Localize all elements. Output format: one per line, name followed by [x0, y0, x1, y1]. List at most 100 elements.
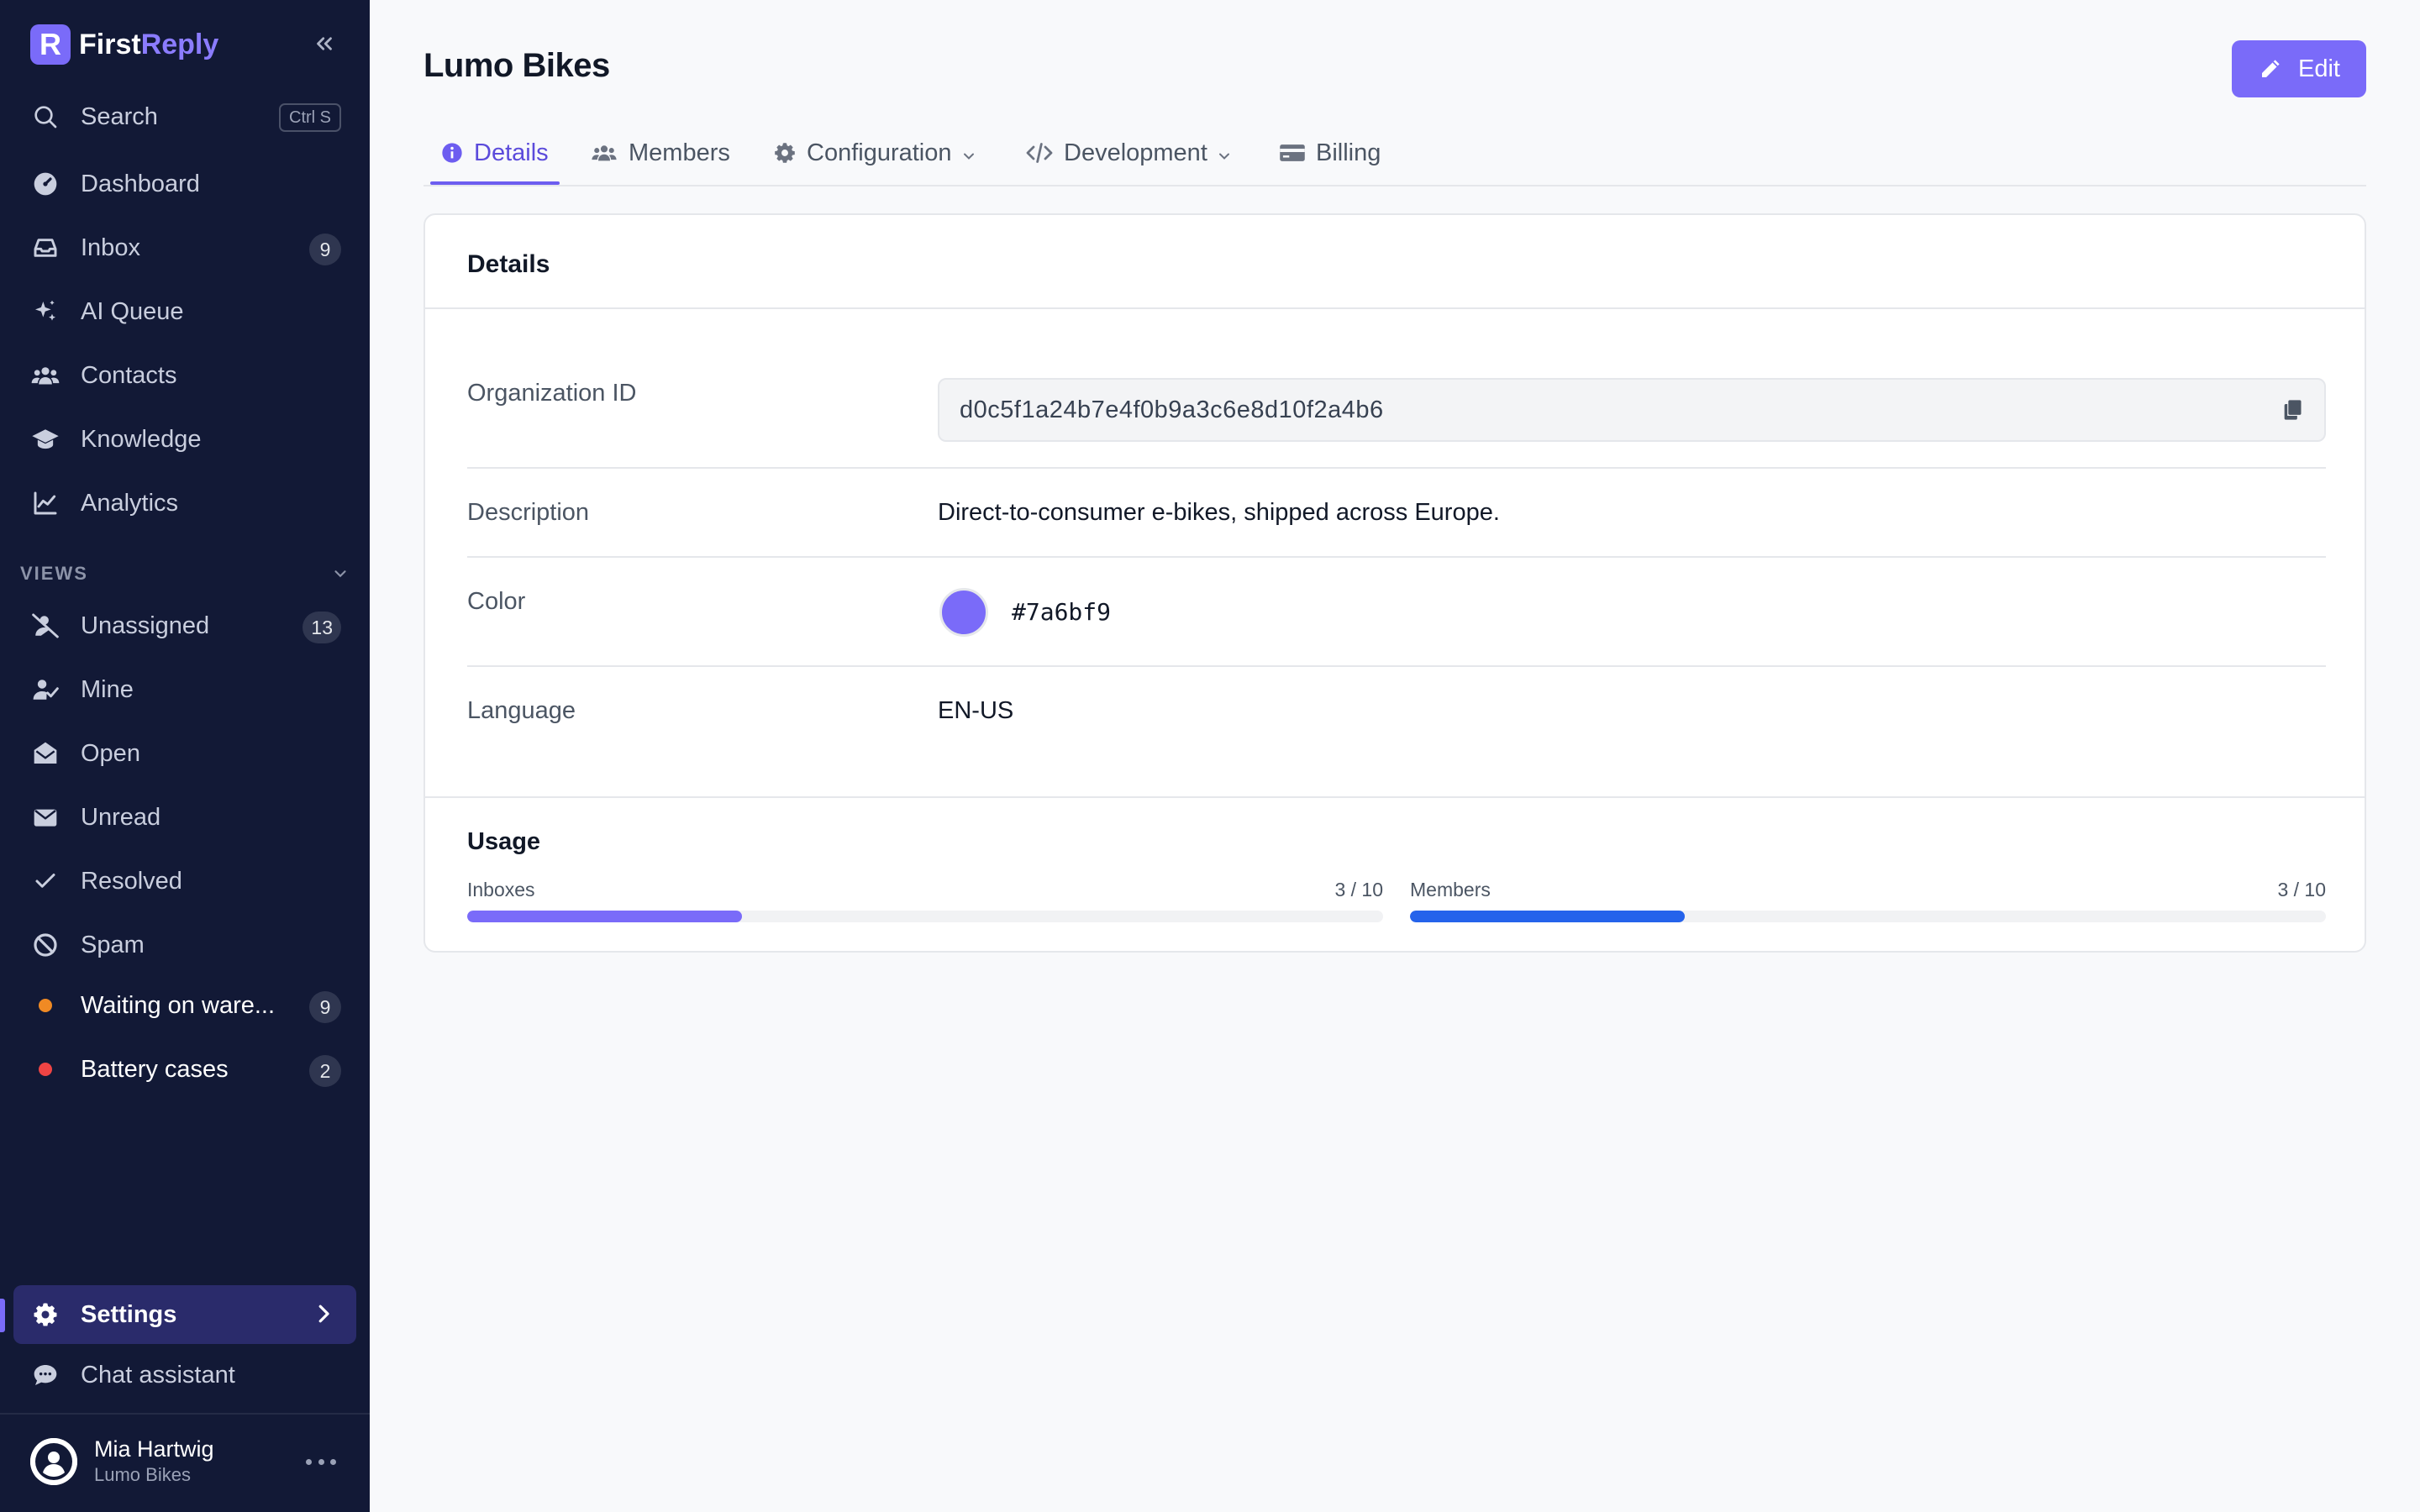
- collapse-sidebar-button[interactable]: [308, 25, 341, 62]
- meter-track: [467, 911, 1383, 922]
- sidebar-item-open[interactable]: Open: [13, 727, 356, 780]
- tab-development[interactable]: Development: [1025, 133, 1233, 186]
- edit-button[interactable]: Edit: [2232, 40, 2366, 97]
- brand-name-first: First: [79, 28, 141, 60]
- sidebar-item-knowledge[interactable]: Knowledge: [13, 413, 356, 465]
- edit-button-label: Edit: [2298, 55, 2340, 82]
- firstreply-logo-icon: R: [30, 24, 71, 65]
- tab-label: Development: [1064, 139, 1207, 166]
- dot: [306, 1458, 312, 1465]
- user-text: Mia Hartwig Lumo Bikes: [94, 1436, 214, 1486]
- sidebar-item-analytics[interactable]: Analytics: [13, 477, 356, 529]
- dashboard-icon: [30, 169, 60, 199]
- chevron-right-icon: [311, 1301, 336, 1326]
- sidebar-divider: [0, 1413, 370, 1415]
- sidebar-item-chat-assistant[interactable]: Chat assistant: [13, 1349, 356, 1401]
- chevrons-left-icon: [317, 37, 332, 50]
- org-id-field[interactable]: d0c5f1a24b7e4f0b9a3c6e8d10f2a4b6: [938, 378, 2326, 442]
- chat-bubble-icon: [30, 1360, 60, 1390]
- unassigned-count-badge: 13: [302, 612, 341, 643]
- sidebar-item-label: AI Queue: [81, 297, 184, 325]
- sidebar-item-settings[interactable]: Settings: [13, 1285, 356, 1344]
- user-check-icon: [30, 675, 60, 705]
- active-tab-underline: [430, 181, 560, 185]
- row-divider: [467, 467, 2326, 469]
- code-icon: [1025, 141, 1054, 165]
- chevron-down-icon: [960, 148, 977, 165]
- tab-billing[interactable]: Billing: [1279, 133, 1381, 186]
- red-dot: [39, 1063, 52, 1076]
- info-circle-icon: [440, 141, 464, 165]
- views-section-header[interactable]: VIEWS: [20, 561, 350, 586]
- brand-logo[interactable]: R FirstReply: [30, 24, 218, 66]
- user-org: Lumo Bikes: [94, 1464, 191, 1485]
- sidebar-item-label: Chat assistant: [81, 1361, 235, 1389]
- tab-bar: Details Members Configuration Developmen…: [424, 133, 2366, 186]
- sidebar-item-waiting-on-warehouse[interactable]: Waiting on ware... 9: [13, 979, 356, 1032]
- color-swatch: [939, 588, 988, 637]
- meter-label: Members: [1410, 879, 1491, 900]
- views-heading: VIEWS: [20, 563, 88, 584]
- sidebar-item-unread[interactable]: Unread: [13, 791, 356, 843]
- chevron-down-icon: [334, 570, 346, 578]
- sidebar-item-resolved[interactable]: Resolved: [13, 855, 356, 907]
- row-divider: [467, 665, 2326, 667]
- brand-name: FirstReply: [79, 29, 218, 61]
- language-value: EN-US: [938, 697, 1014, 724]
- card-title: Details: [467, 250, 550, 278]
- tab-configuration[interactable]: Configuration: [773, 133, 977, 186]
- chevron-down-icon: [1216, 148, 1233, 165]
- sidebar-search[interactable]: Search Ctrl S: [13, 91, 356, 143]
- tab-label: Billing: [1316, 139, 1381, 166]
- tab-details[interactable]: Details: [440, 133, 549, 186]
- search-icon: [30, 102, 60, 132]
- color-label: Color: [467, 588, 526, 615]
- sidebar-item-label: Battery cases: [81, 1055, 229, 1083]
- tab-members[interactable]: Members: [590, 133, 730, 186]
- usage-meter-members: Members 3 / 10: [1410, 879, 2326, 922]
- battery-count-badge: 2: [309, 1055, 341, 1087]
- sidebar-item-label: Unassigned: [81, 612, 210, 639]
- usage-divider: [425, 796, 2365, 798]
- sidebar-item-contacts[interactable]: Contacts: [13, 349, 356, 402]
- language-label: Language: [467, 697, 576, 724]
- chart-line-icon: [30, 488, 60, 518]
- search-shortcut: Ctrl S: [279, 103, 341, 132]
- sidebar-item-label: Settings: [81, 1300, 177, 1328]
- sidebar-item-label: Open: [81, 739, 140, 767]
- user-menu-button[interactable]: [306, 1452, 336, 1472]
- sidebar-item-unassigned[interactable]: Unassigned 13: [13, 600, 356, 652]
- tab-label: Configuration: [807, 139, 952, 166]
- status-dot-icon: [30, 1054, 60, 1084]
- sidebar-item-label: Mine: [81, 675, 134, 703]
- copy-icon[interactable]: [2279, 396, 2306, 423]
- sidebar-item-label: Unread: [81, 803, 161, 831]
- card-header: Details: [425, 215, 2365, 309]
- user-profile[interactable]: Mia Hartwig Lumo Bikes: [30, 1436, 214, 1486]
- sidebar-item-ai-queue[interactable]: AI Queue: [13, 286, 356, 338]
- user-name: Mia Hartwig: [94, 1436, 214, 1462]
- meter-count: 3 / 10: [2277, 879, 2326, 900]
- sidebar-item-label: Resolved: [81, 867, 182, 895]
- sidebar-item-label: Waiting on ware...: [81, 991, 276, 1019]
- meter-track: [1410, 911, 2326, 922]
- ban-icon: [30, 930, 60, 960]
- active-indicator: [0, 1299, 5, 1332]
- sidebar-item-label: Contacts: [81, 361, 177, 389]
- sidebar-item-inbox[interactable]: Inbox 9: [13, 222, 356, 274]
- sidebar-item-label: Analytics: [81, 489, 179, 517]
- waiting-count-badge: 9: [309, 991, 341, 1023]
- page-title: Lumo Bikes: [424, 47, 610, 84]
- sidebar-item-mine[interactable]: Mine: [13, 664, 356, 716]
- envelope-open-icon: [30, 738, 60, 769]
- sidebar-item-dashboard[interactable]: Dashboard: [13, 158, 356, 210]
- sidebar-item-battery-cases[interactable]: Battery cases 2: [13, 1043, 356, 1095]
- gear-icon: [30, 1299, 60, 1330]
- description-value: Direct-to-consumer e-bikes, shipped acro…: [938, 499, 1500, 526]
- search-label: Search: [81, 102, 158, 130]
- sidebar-item-spam[interactable]: Spam: [13, 919, 356, 971]
- meter-fill: [1410, 911, 1685, 922]
- users-icon: [590, 141, 618, 165]
- description-label: Description: [467, 499, 590, 526]
- tab-label: Members: [629, 139, 730, 166]
